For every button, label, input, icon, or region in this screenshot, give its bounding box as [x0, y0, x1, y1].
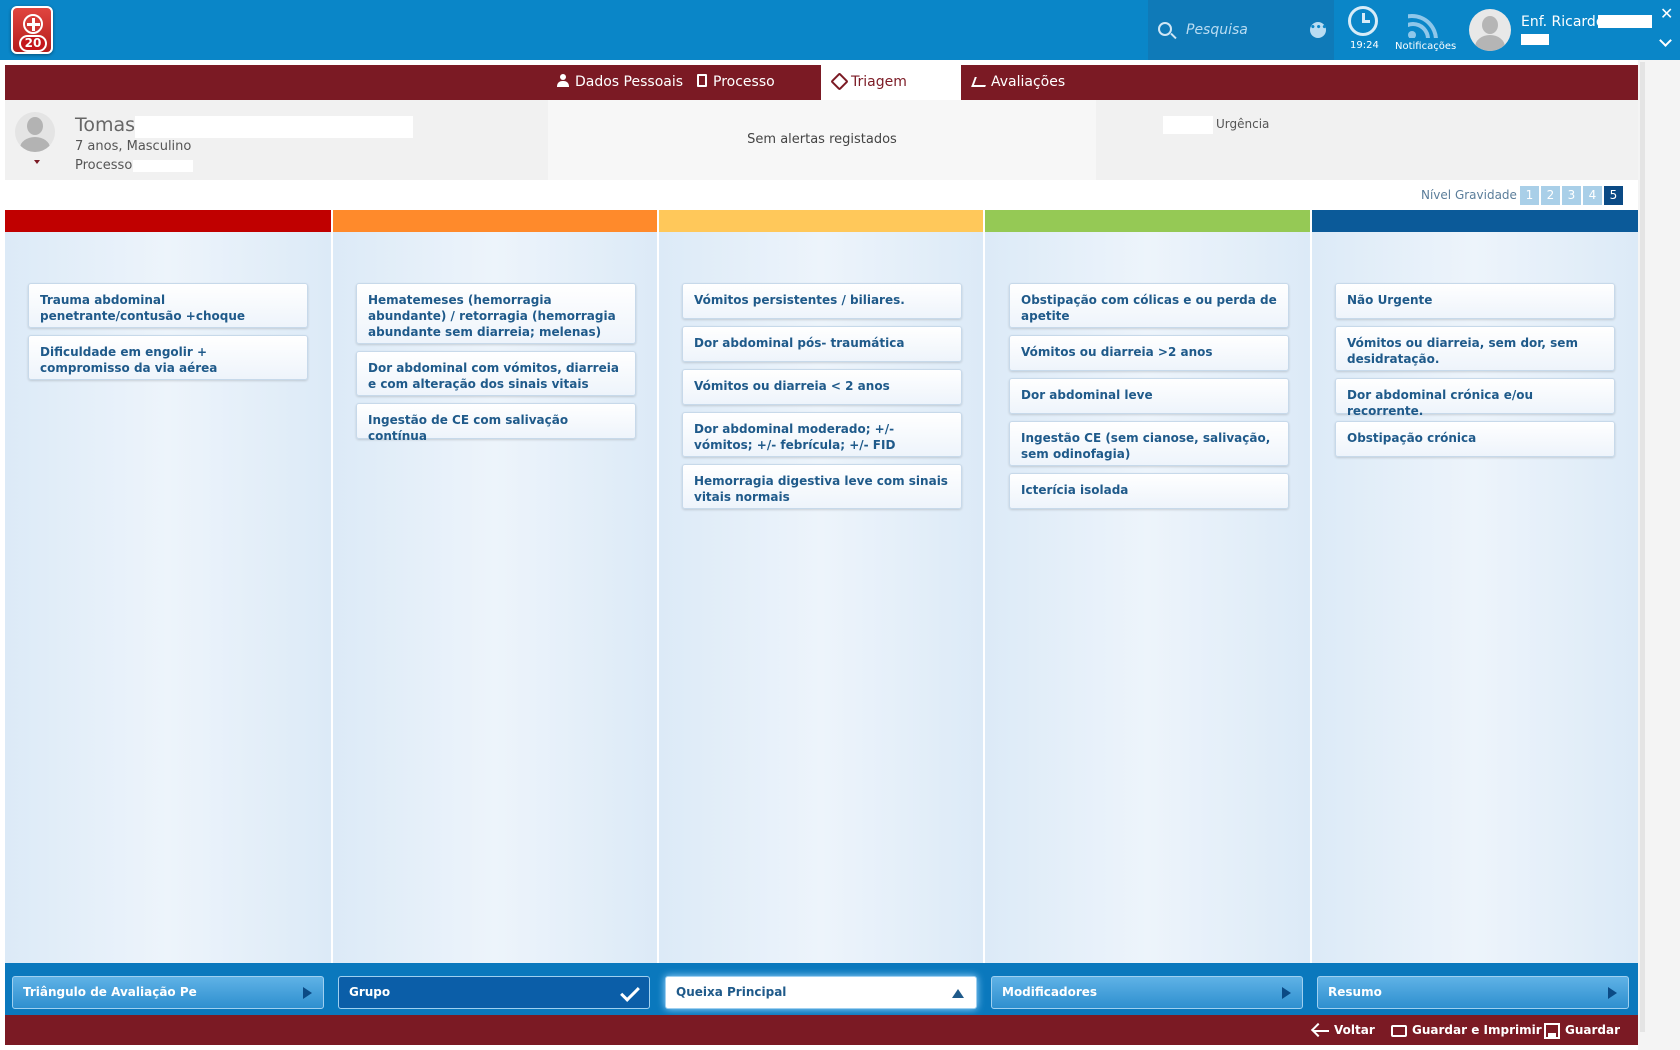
search-box: •••	[1148, 0, 1334, 60]
redacted-user-surname	[1598, 15, 1652, 28]
complaint-card[interactable]: Hematemeses (hemorragia abundante) / ret…	[356, 283, 636, 344]
triage-wizard: Triângulo de Avaliação Pe Grupo Queixa P…	[5, 963, 1638, 1015]
severity-level-5[interactable]: 5	[1604, 186, 1623, 205]
step-grupo[interactable]: Grupo	[338, 976, 650, 1009]
chevron-down-icon[interactable]	[1659, 34, 1672, 47]
complaint-card[interactable]: Não Urgente	[1335, 283, 1615, 319]
complaint-card[interactable]: Vómitos ou diarreia >2 anos	[1009, 335, 1289, 371]
redacted-user-role	[1521, 34, 1549, 45]
document-icon	[697, 74, 707, 87]
medical-cross-icon	[23, 14, 43, 34]
complaint-card[interactable]: Trauma abdominal penetrante/contusão +ch…	[28, 283, 308, 328]
complaint-card[interactable]: Dor abdominal pós- traumática	[682, 326, 962, 362]
complaint-card[interactable]: Ingestão de CE com salivação contínua	[356, 403, 636, 443]
step-queixa-principal[interactable]: Queixa Principal	[665, 976, 977, 1009]
arrow-left-icon	[1313, 1029, 1329, 1032]
app-logo-button[interactable]: 20	[11, 6, 53, 54]
main-tabs: Dados Pessoais Processo Triagem Avaliaçõ…	[5, 65, 1638, 100]
current-time: 19:24	[1350, 40, 1379, 51]
arrow-up-icon	[952, 989, 964, 998]
complaint-card[interactable]: Dor abdominal moderado; +/- vómitos; +/-…	[682, 412, 962, 457]
check-icon	[620, 982, 640, 1002]
complaint-card[interactable]: Vómitos persistentes / biliares.	[682, 283, 962, 319]
user-avatar[interactable]	[1469, 9, 1511, 51]
save-button[interactable]: Guardar	[1544, 1015, 1620, 1045]
step-modificadores[interactable]: Modificadores	[991, 976, 1303, 1009]
step-resumo[interactable]: Resumo	[1317, 976, 1629, 1009]
bottom-action-bar: Voltar Guardar e Imprimir Guardar	[5, 1015, 1638, 1045]
tag-icon	[833, 74, 845, 87]
level-3-column	[659, 210, 983, 963]
complaint-card[interactable]: Ingestão CE (sem cianose, salivação, sem…	[1009, 421, 1289, 466]
severity-label: Nível Gravidade	[1421, 188, 1517, 202]
arrow-right-icon	[1282, 987, 1291, 999]
complaint-card[interactable]: Obstipação crónica	[1335, 421, 1615, 457]
save-and-print-button[interactable]: Guardar e Imprimir	[1391, 1015, 1542, 1045]
severity-level-1[interactable]: 1	[1520, 186, 1539, 205]
level-5-column	[1312, 210, 1638, 963]
printer-icon	[1391, 1024, 1407, 1037]
tab-dados-pessoais[interactable]: Dados Pessoais	[545, 65, 685, 100]
top-bar: 20 ••• 19:24 Notificações Enf. Ricardo ✕	[0, 0, 1680, 60]
redacted-episode-number	[1163, 116, 1213, 134]
save-icon	[1544, 1022, 1560, 1039]
level-5-header	[1312, 210, 1638, 232]
patient-info: 7 anos, Masculino	[75, 139, 192, 154]
scrollbar[interactable]	[1640, 62, 1645, 1032]
severity-level-2[interactable]: 2	[1541, 186, 1560, 205]
process-label: Processo	[75, 158, 133, 173]
severity-level-4[interactable]: 4	[1583, 186, 1602, 205]
arrow-right-icon	[303, 987, 312, 999]
close-icon[interactable]: ✕	[1660, 4, 1673, 23]
chart-icon	[973, 74, 985, 87]
step-triangulo-avaliacao[interactable]: Triângulo de Avaliação Pe	[12, 976, 324, 1009]
level-4-header	[985, 210, 1310, 232]
complaint-card[interactable]: Obstipação com cólicas e ou perda de ape…	[1009, 283, 1289, 328]
clock-icon[interactable]	[1348, 6, 1378, 36]
user-icon	[557, 74, 569, 87]
arrow-right-icon	[1608, 987, 1617, 999]
complaint-card[interactable]: Dificuldade em engolir + compromisso da …	[28, 335, 308, 380]
severity-level-3[interactable]: 3	[1562, 186, 1581, 205]
tab-avaliacoes[interactable]: Avaliações	[961, 65, 1101, 100]
complaint-card[interactable]: Dor abdominal com vómitos, diarreia e co…	[356, 351, 636, 396]
complaint-card[interactable]: Vómitos ou diarreia < 2 anos	[682, 369, 962, 405]
notifications-label[interactable]: Notificações	[1395, 41, 1456, 52]
patient-avatar[interactable]	[15, 112, 55, 152]
level-3-header	[659, 210, 983, 232]
episode-type: Urgência	[1216, 117, 1270, 131]
tab-triagem[interactable]: Triagem	[821, 65, 961, 100]
user-name[interactable]: Enf. Ricardo	[1521, 14, 1604, 30]
complaint-card[interactable]: Dor abdominal crónica e/ou recorrente.	[1335, 378, 1615, 418]
back-button[interactable]: Voltar	[1313, 1015, 1375, 1045]
caret-down-icon[interactable]	[34, 160, 40, 164]
level-2-header	[333, 210, 657, 232]
level-1-header	[5, 210, 331, 232]
search-icon[interactable]	[1158, 22, 1172, 36]
complaint-card[interactable]: Icterícia isolada	[1009, 473, 1289, 509]
complaint-card[interactable]: Vómitos ou diarreia, sem dor, sem desidr…	[1335, 326, 1615, 371]
redacted-process-number	[133, 160, 193, 172]
redacted-patient-surname	[135, 116, 413, 138]
complaint-card[interactable]: Dor abdominal leve	[1009, 378, 1289, 414]
patient-header: Tomas 7 anos, Masculino Processo Sem ale…	[5, 100, 1638, 180]
patient-name: Tomas	[75, 114, 136, 136]
complaint-card[interactable]: Hemorragia digestiva leve com sinais vit…	[682, 464, 962, 509]
more-options-icon[interactable]: •••	[1310, 22, 1327, 38]
notifications-icon[interactable]	[1408, 8, 1438, 38]
alerts-panel: Sem alertas registados	[548, 100, 1096, 180]
search-input[interactable]	[1186, 18, 1306, 42]
tab-processo[interactable]: Processo	[685, 65, 825, 100]
app-badge-count: 20	[19, 35, 47, 52]
